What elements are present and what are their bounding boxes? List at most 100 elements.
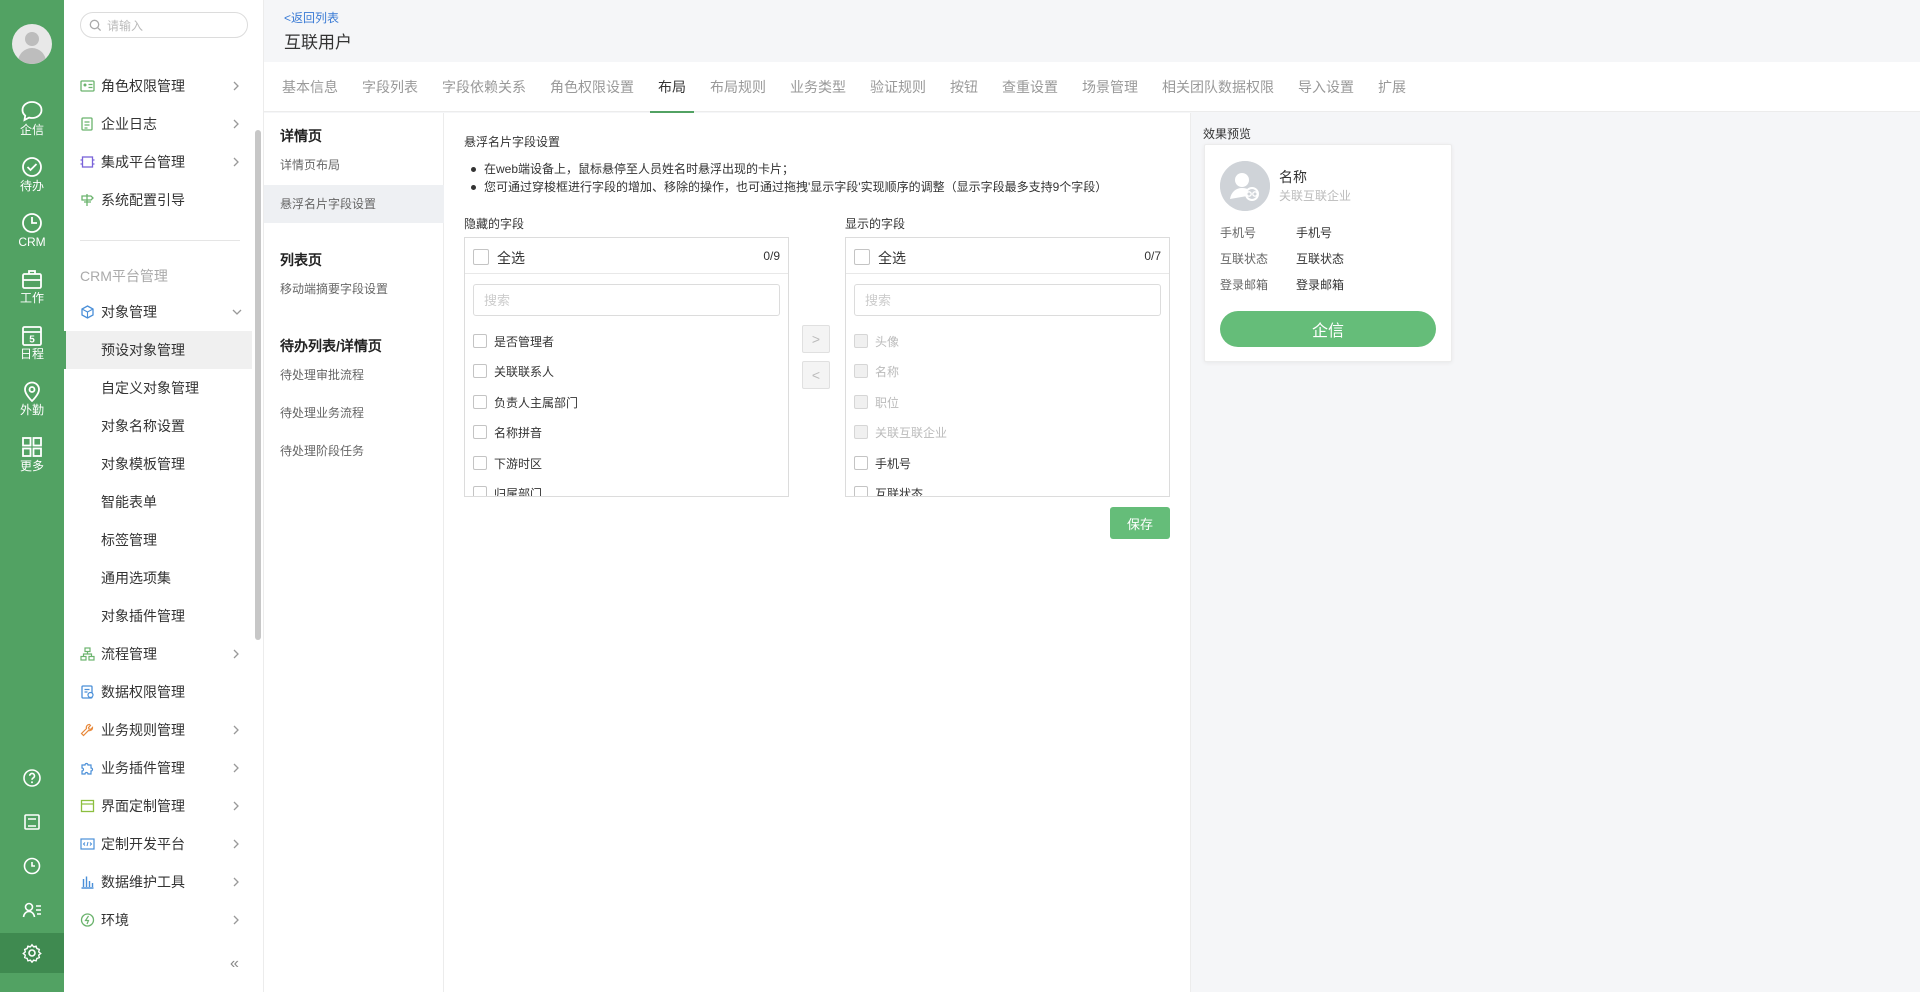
list-item[interactable]: 互联状态 [846, 478, 1169, 496]
rail-history[interactable] [0, 846, 64, 886]
sidebar-search[interactable] [80, 12, 248, 38]
shown-search-input[interactable] [855, 285, 1160, 315]
rail-item-crm[interactable]: CRM [0, 208, 64, 256]
save-button[interactable]: 保存 [1110, 507, 1170, 539]
menu-data-tools[interactable]: 数据维护工具 [64, 863, 252, 901]
subnav-mobile-summary[interactable]: 移动端摘要字段设置 [264, 270, 444, 308]
tab-role-permission[interactable]: 角色权限设置 [550, 62, 634, 112]
rail-item-todo[interactable]: 待办 [0, 152, 64, 200]
list-item[interactable]: 负责人主属部门 [465, 387, 788, 417]
hidden-search[interactable] [473, 284, 780, 316]
field-checkbox[interactable] [473, 395, 487, 409]
sidebar-scrollbar[interactable] [255, 130, 261, 640]
menu-data-permission[interactable]: 数据权限管理 [64, 673, 252, 711]
menu-tags[interactable]: 标签管理 [64, 521, 252, 559]
rail-label: 更多 [19, 459, 44, 473]
menu-object-templates[interactable]: 对象模板管理 [64, 445, 252, 483]
signpost-icon [81, 194, 94, 206]
tab-layout[interactable]: 布局 [650, 62, 694, 113]
hidden-select-all-checkbox[interactable] [473, 249, 489, 265]
subnav-todo-approval[interactable]: 待处理审批流程 [264, 356, 444, 394]
menu-object-plugins[interactable]: 对象插件管理 [64, 597, 252, 635]
tab-business-type[interactable]: 业务类型 [790, 62, 846, 112]
list-item[interactable]: 手机号 [846, 448, 1169, 478]
tab-team-data-permission[interactable]: 相关团队数据权限 [1162, 62, 1274, 112]
subnav-todo-stage-task[interactable]: 待处理阶段任务 [264, 432, 444, 470]
field-checkbox[interactable] [473, 334, 487, 348]
card-field-key: 互联状态 [1220, 252, 1269, 266]
hidden-search-input[interactable] [474, 285, 779, 315]
tab-field-list[interactable]: 字段列表 [362, 62, 418, 112]
list-item[interactable]: 名称拼音 [465, 417, 788, 447]
flow-icon [80, 647, 95, 661]
menu-object-names[interactable]: 对象名称设置 [64, 407, 252, 445]
menu-dev-platform[interactable]: 定制开发平台 [64, 825, 252, 863]
menu-enterprise-log[interactable]: 企业日志 [64, 105, 252, 143]
hidden-fields-header: 全选 0/9 [465, 238, 788, 274]
menu-integration-platform[interactable]: 集成平台管理 [64, 143, 252, 181]
menu-object-management[interactable]: 对象管理 [64, 293, 252, 331]
rail-item-messages[interactable]: 企信 [0, 96, 64, 144]
tab-scene-management[interactable]: 场景管理 [1082, 62, 1138, 112]
subnav-todo-business-flow[interactable]: 待处理业务流程 [264, 394, 444, 432]
menu-business-rules[interactable]: 业务规则管理 [64, 711, 252, 749]
tab-validation-rules[interactable]: 验证规则 [870, 62, 926, 112]
list-item[interactable]: 关联联系人 [465, 356, 788, 386]
layout-subnav: 详情页 详情页布局 悬浮名片字段设置 列表页 移动端摘要字段设置 待办列表/详情… [264, 113, 444, 992]
page-header: <返回列表 互联用户 [264, 0, 1920, 62]
back-to-list-link[interactable]: <返回列表 [284, 9, 339, 26]
tab-extensions[interactable]: 扩展 [1378, 62, 1406, 112]
menu-ui-customization[interactable]: 界面定制管理 [64, 787, 252, 825]
shown-search[interactable] [854, 284, 1161, 316]
field-checkbox[interactable] [854, 456, 868, 470]
menu-config-guide[interactable]: 系统配置引导 [64, 181, 252, 219]
menu-preset-objects[interactable]: 预设对象管理 [64, 331, 252, 369]
rail-label: CRM [18, 235, 46, 249]
rail-settings[interactable] [0, 933, 64, 973]
rail-help[interactable] [0, 758, 64, 798]
subnav-heading-todo: 待办列表/详情页 [280, 338, 382, 354]
tab-layout-rules[interactable]: 布局规则 [710, 62, 766, 112]
list-item[interactable]: 下游时区 [465, 448, 788, 478]
subnav-hover-card-fields[interactable]: 悬浮名片字段设置 [264, 185, 444, 223]
menu-custom-objects[interactable]: 自定义对象管理 [64, 369, 252, 407]
move-right-button[interactable]: > [802, 325, 830, 353]
sidebar-collapse-button[interactable]: « [230, 955, 239, 973]
shown-select-all-checkbox[interactable] [854, 249, 870, 265]
rail-label: 企信 [19, 123, 44, 137]
rail-notebook[interactable] [0, 802, 64, 842]
rail-user-list[interactable] [0, 890, 64, 930]
tab-import-settings[interactable]: 导入设置 [1298, 62, 1354, 112]
tab-buttons[interactable]: 按钮 [950, 62, 978, 112]
menu-smart-forms[interactable]: 智能表单 [64, 483, 252, 521]
move-left-button[interactable]: < [802, 361, 830, 389]
select-all-label: 全选 [878, 250, 906, 266]
list-item[interactable]: 归属部门 [465, 478, 788, 496]
subnav-detail-layout[interactable]: 详情页布局 [264, 146, 444, 184]
tab-basic-info[interactable]: 基本信息 [282, 62, 338, 112]
menu-business-plugins[interactable]: 业务插件管理 [64, 749, 252, 787]
rail-item-work[interactable]: 工作 [0, 264, 64, 312]
card-message-button[interactable]: 企信 [1220, 311, 1436, 347]
environment-icon [80, 913, 95, 927]
field-checkbox[interactable] [473, 364, 487, 378]
list-item[interactable]: 是否管理者 [465, 326, 788, 356]
sidebar-search-input[interactable] [107, 17, 237, 34]
select-all-label: 全选 [497, 250, 525, 266]
settings-icon [22, 943, 42, 963]
field-checkbox[interactable] [854, 486, 868, 496]
tab-field-dependency[interactable]: 字段依赖关系 [442, 62, 526, 112]
field-checkbox[interactable] [473, 456, 487, 470]
rail-item-field[interactable]: 外勤 [0, 376, 64, 424]
menu-option-sets[interactable]: 通用选项集 [64, 559, 252, 597]
menu-flow[interactable]: 流程管理 [64, 635, 252, 673]
user-avatar[interactable] [12, 24, 52, 64]
menu-environment[interactable]: 环境 [64, 901, 252, 939]
field-checkbox[interactable] [473, 486, 487, 496]
tab-dedup-settings[interactable]: 查重设置 [1002, 62, 1058, 112]
card-field-value: 互联状态 [1296, 252, 1345, 266]
menu-role-permission[interactable]: 角色权限管理 [64, 67, 252, 105]
field-checkbox[interactable] [473, 425, 487, 439]
rail-item-more[interactable]: 更多 [0, 432, 64, 480]
rail-item-schedule[interactable]: 5 日程 [0, 320, 64, 368]
